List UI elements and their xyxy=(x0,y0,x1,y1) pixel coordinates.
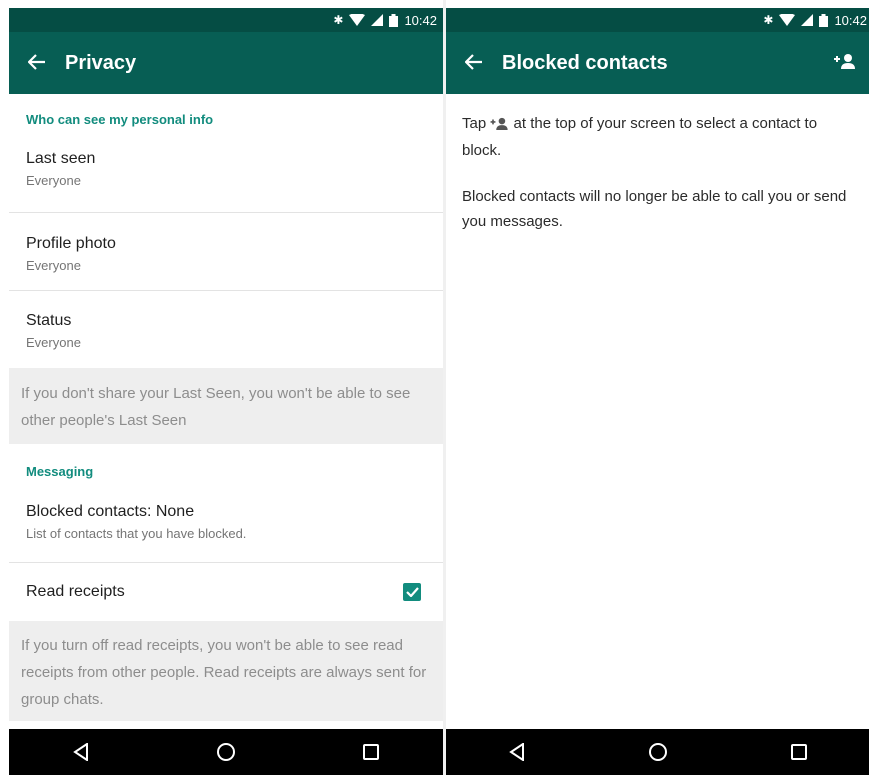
setting-title: Status xyxy=(26,312,72,329)
section-header-messaging: Messaging xyxy=(26,464,94,479)
nav-back-icon[interactable] xyxy=(487,729,547,775)
signal-icon xyxy=(371,14,384,26)
setting-title: Read receipts xyxy=(26,583,125,600)
section-header-personal-info: Who can see my personal info xyxy=(26,112,214,127)
page-title: Privacy xyxy=(65,51,137,74)
blocked-contacts-content: Tap at the top of your screen to select … xyxy=(446,94,869,729)
app-bar: Blocked contacts xyxy=(446,32,869,94)
blocked-contacts-screen: ✱ 10:42 Blocked contacts Tap at the top … xyxy=(446,0,869,775)
help-line-1: Tap at the top of your screen to select … xyxy=(462,111,853,163)
setting-value: Everyone xyxy=(26,335,81,350)
battery-icon xyxy=(819,13,829,27)
nav-recents-icon[interactable] xyxy=(341,729,401,775)
privacy-list: Who can see my personal info Last seen E… xyxy=(9,94,443,729)
back-arrow-icon[interactable] xyxy=(446,50,502,76)
read-receipts-note: If you turn off read receipts, you won't… xyxy=(9,621,443,721)
setting-value: Everyone xyxy=(26,173,81,188)
bluetooth-icon: ✱ xyxy=(333,13,344,27)
help-text-after-icon: at the top of your screen to select a co… xyxy=(462,115,818,159)
status-bar: ✱ 10:42 xyxy=(446,8,869,32)
bluetooth-icon: ✱ xyxy=(763,13,774,27)
app-bar: Privacy xyxy=(9,32,443,94)
blocked-help-text: Tap at the top of your screen to select … xyxy=(446,94,869,234)
privacy-screen: ✱ 10:42 Privacy Who can see my personal … xyxy=(9,0,443,775)
setting-value: Everyone xyxy=(26,258,81,273)
wifi-icon xyxy=(779,14,796,26)
signal-icon xyxy=(801,14,814,26)
status-time: 10:42 xyxy=(404,12,437,28)
setting-last-seen[interactable]: Last seen Everyone xyxy=(9,136,443,213)
nav-home-icon[interactable] xyxy=(196,729,256,775)
wifi-icon xyxy=(349,14,366,26)
checkbox-checked-icon[interactable] xyxy=(403,583,421,601)
help-line-2: Blocked contacts will no longer be able … xyxy=(462,188,847,230)
setting-profile-photo[interactable]: Profile photo Everyone xyxy=(9,213,443,291)
help-text-before-icon: Tap xyxy=(462,115,487,132)
nav-bar xyxy=(446,729,869,775)
nav-recents-icon[interactable] xyxy=(769,729,829,775)
setting-status[interactable]: Status Everyone xyxy=(9,291,443,368)
setting-read-receipts[interactable]: Read receipts xyxy=(9,563,443,621)
back-arrow-icon[interactable] xyxy=(9,50,65,76)
nav-home-icon[interactable] xyxy=(628,729,688,775)
setting-title: Blocked contacts: None xyxy=(26,503,195,520)
status-time: 10:42 xyxy=(834,12,867,28)
setting-title: Last seen xyxy=(26,150,96,167)
page-title: Blocked contacts xyxy=(502,51,668,74)
setting-blocked-contacts[interactable]: Blocked contacts: None List of contacts … xyxy=(9,488,443,563)
battery-icon xyxy=(389,13,399,27)
setting-title: Profile photo xyxy=(26,235,116,252)
last-seen-note: If you don't share your Last Seen, you w… xyxy=(9,368,443,444)
nav-back-icon[interactable] xyxy=(51,729,111,775)
add-contact-icon xyxy=(490,113,509,138)
add-contact-icon[interactable] xyxy=(821,53,869,74)
setting-subtitle: List of contacts that you have blocked. xyxy=(26,526,247,541)
status-bar: ✱ 10:42 xyxy=(9,8,443,32)
nav-bar xyxy=(9,729,443,775)
